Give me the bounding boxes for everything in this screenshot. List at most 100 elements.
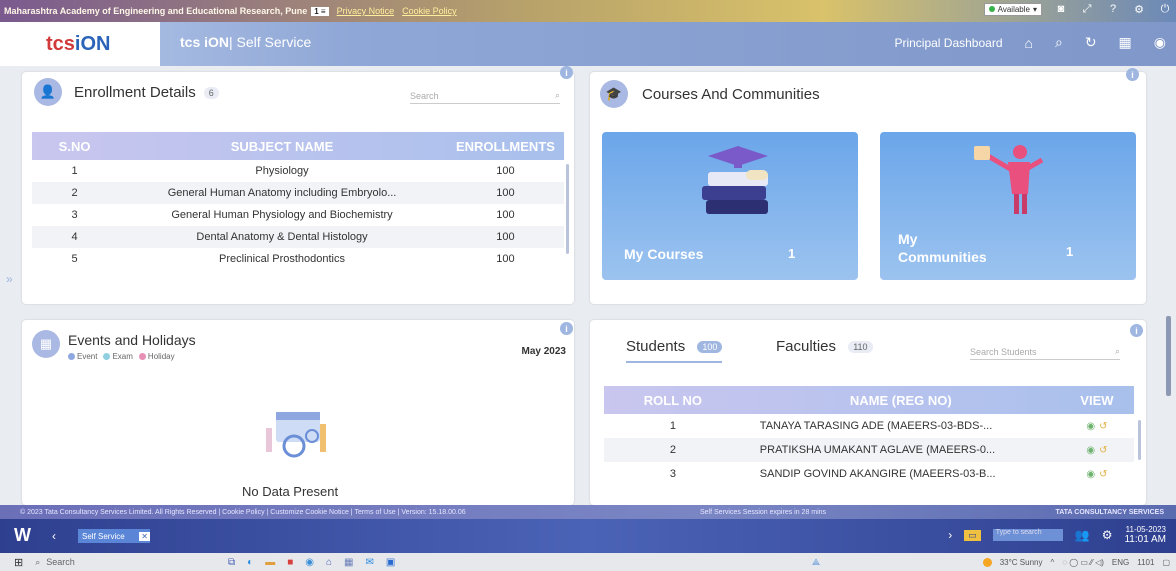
view-eye-icon[interactable]: ◉ bbox=[1086, 469, 1095, 480]
self-service-tab-label: Self Service bbox=[82, 531, 125, 541]
search-icon[interactable]: ⌕ bbox=[1055, 34, 1063, 51]
app-red-icon[interactable]: ■ bbox=[287, 557, 293, 568]
tab-faculties[interactable]: Faculties 110 bbox=[776, 338, 873, 355]
forward-arrow-icon[interactable]: › bbox=[948, 528, 952, 542]
view-history-icon[interactable]: ↺ bbox=[1099, 445, 1107, 456]
my-communities-tile[interactable]: My Communities 1 bbox=[880, 132, 1136, 280]
faculties-count-badge: 110 bbox=[848, 341, 873, 354]
cell: 100 bbox=[496, 209, 515, 221]
view-eye-icon[interactable]: ◉ bbox=[1086, 421, 1095, 432]
students-search-placeholder: Search Students bbox=[970, 346, 1037, 357]
mail-icon[interactable]: ✉ bbox=[365, 557, 373, 568]
students-scrollbar[interactable] bbox=[1138, 420, 1141, 460]
students-table-wrap: ROLL NO NAME (REG NO) VIEW 1 TANAYA TARAS… bbox=[604, 386, 1134, 504]
legend-exam: Exam bbox=[103, 352, 133, 361]
back-arrow-icon[interactable]: ‹ bbox=[52, 529, 56, 543]
expand-icon[interactable]: ⤢ bbox=[1080, 2, 1094, 16]
cell: TANAYA TARASING ADE (MAEERS-03-BDS-... bbox=[759, 420, 993, 432]
col-sno: S.NO bbox=[58, 138, 91, 154]
store-icon[interactable]: ⌂ bbox=[326, 557, 332, 568]
table-row[interactable]: 1 TANAYA TARASING ADE (MAEERS-03-BDS-... ◉… bbox=[604, 414, 1134, 438]
table-row[interactable]: 3 General Human Physiology and Biochemist… bbox=[32, 204, 564, 226]
view-cell: ◉ ↺ bbox=[1060, 414, 1134, 438]
enrollment-table-wrap: S.NO SUBJECT NAME ENROLLMENTS 1 Physiolog… bbox=[32, 132, 564, 302]
power-icon[interactable]: ⏻ bbox=[1158, 2, 1172, 16]
cell: 100 bbox=[496, 165, 515, 177]
taskbar-apps: ⧉ ◐ ▬ ■ ◉ ⌂ ▦ ✉ ▣ bbox=[228, 557, 395, 568]
events-month[interactable]: May 2023 bbox=[522, 346, 566, 357]
table-row[interactable]: 4 Dental Anatomy & Dental Histology 100 bbox=[32, 226, 564, 248]
task-view-icon[interactable]: ⧉ bbox=[228, 557, 235, 568]
help-icon[interactable]: ? bbox=[1106, 2, 1120, 16]
table-row[interactable]: 2 General Human Anatomy including Embryol… bbox=[32, 182, 564, 204]
settings-icon[interactable]: ⚙ bbox=[1132, 2, 1146, 16]
weather-text[interactable]: 33°C Sunny bbox=[1000, 558, 1043, 567]
view-eye-icon[interactable]: ◉ bbox=[1086, 445, 1095, 456]
camera-icon[interactable]: ◙ bbox=[1054, 2, 1068, 16]
notification-icon[interactable]: ▢ bbox=[1162, 558, 1170, 567]
info-icon[interactable]: i bbox=[1130, 324, 1143, 337]
availability-select[interactable]: Available ▾ bbox=[983, 2, 1042, 16]
close-icon[interactable]: ✕ bbox=[139, 531, 150, 541]
apps-grid-icon[interactable]: ▦ bbox=[1119, 34, 1132, 51]
info-icon[interactable]: i bbox=[560, 322, 573, 335]
tray-chevron-icon[interactable]: ^ bbox=[1050, 558, 1054, 567]
cell: 2 bbox=[669, 444, 676, 456]
tcs-ion-logo[interactable]: tcs iON bbox=[0, 22, 160, 66]
col-view: VIEW bbox=[1080, 392, 1114, 408]
user-icon[interactable]: ◉ bbox=[1154, 34, 1166, 51]
my-communities-count: 1 bbox=[1066, 244, 1074, 259]
my-courses-tile[interactable]: My Courses 1 bbox=[602, 132, 858, 280]
people-icon[interactable]: 👥 bbox=[1075, 528, 1090, 542]
home-icon[interactable]: ⌂ bbox=[1025, 35, 1033, 51]
app-blue-icon[interactable]: ▣ bbox=[386, 557, 395, 568]
table-row[interactable]: 3 SANDIP GOVIND AKANGIRE (MAEERS-03-B... ◉… bbox=[604, 462, 1134, 486]
tab-students[interactable]: Students 100 bbox=[626, 338, 723, 363]
table-row[interactable]: 1 Physiology 100 bbox=[32, 160, 564, 182]
legend-holiday-label: Holiday bbox=[147, 352, 175, 361]
taskbar-search[interactable]: ⌕ Search bbox=[35, 557, 75, 568]
cell: 100 bbox=[496, 187, 515, 199]
cookie-link[interactable]: Cookie Policy bbox=[402, 6, 457, 16]
self-service-tab[interactable]: Self Service ✕ bbox=[78, 529, 150, 543]
language-indicator[interactable]: ENG bbox=[1112, 558, 1129, 567]
citrix-search-input[interactable]: Type to search bbox=[992, 529, 1063, 541]
chrome-icon[interactable]: ◉ bbox=[305, 557, 314, 568]
students-search-input[interactable]: Search Students ⌕ bbox=[970, 346, 1120, 360]
settings-icon[interactable]: ⚙ bbox=[1102, 528, 1113, 542]
workspace-logo-icon[interactable]: W bbox=[14, 525, 31, 546]
privacy-link[interactable]: Privacy Notice bbox=[337, 6, 395, 16]
enrollment-card: 👤 Enrollment Details 6 Search ⌕ i S.NO SU… bbox=[22, 66, 574, 304]
view-history-icon[interactable]: ↺ bbox=[1099, 469, 1107, 480]
app-icon[interactable]: ▦ bbox=[344, 557, 353, 568]
table-row[interactable]: 5 Preclinical Prosthodontics 100 bbox=[32, 248, 564, 270]
network-icon[interactable]: ⟁ bbox=[812, 557, 820, 568]
explorer-icon[interactable]: ▬ bbox=[265, 557, 275, 568]
edge-icon[interactable]: ◐ bbox=[247, 557, 253, 568]
page-scrollbar[interactable] bbox=[1166, 316, 1171, 396]
table-row[interactable]: 2 PRATIKSHA UMAKANT AGLAVE (MAEERS-0... ◉ ↺ bbox=[604, 438, 1134, 462]
citrix-time: 11:01 AM bbox=[1124, 534, 1166, 545]
view-history-icon[interactable]: ↺ bbox=[1099, 421, 1107, 432]
enrollment-search-placeholder: Search bbox=[410, 90, 439, 101]
dashboard-label[interactable]: Principal Dashboard bbox=[894, 36, 1002, 50]
language-flag-icon[interactable]: 1 ≡ bbox=[311, 6, 329, 16]
cell: Dental Anatomy & Dental Histology bbox=[196, 231, 368, 243]
logo-ion: iON bbox=[74, 32, 111, 55]
info-icon[interactable]: i bbox=[1126, 68, 1139, 81]
my-courses-label: My Courses bbox=[624, 246, 704, 262]
tray-icons[interactable]: ◌ ◯ ▭ ⁄⁄ ◁) bbox=[1062, 558, 1104, 567]
cell: 1 bbox=[71, 165, 78, 177]
desktop-icon[interactable]: ▭ bbox=[964, 529, 981, 541]
refresh-icon[interactable]: ↻ bbox=[1085, 34, 1097, 51]
taskbar-clock[interactable]: 1101 bbox=[1137, 558, 1154, 567]
col-roll: ROLL NO bbox=[643, 392, 703, 408]
info-icon[interactable]: i bbox=[560, 66, 573, 79]
cell: 1 bbox=[669, 420, 676, 432]
cell: 3 bbox=[71, 209, 78, 221]
expand-sidebar-icon[interactable]: » bbox=[6, 272, 13, 286]
windows-start-icon[interactable]: ⊞ bbox=[14, 556, 23, 569]
cell: 100 bbox=[496, 253, 515, 265]
enrollment-scrollbar[interactable] bbox=[566, 164, 569, 254]
enrollment-search-input[interactable]: Search ⌕ bbox=[410, 90, 560, 104]
